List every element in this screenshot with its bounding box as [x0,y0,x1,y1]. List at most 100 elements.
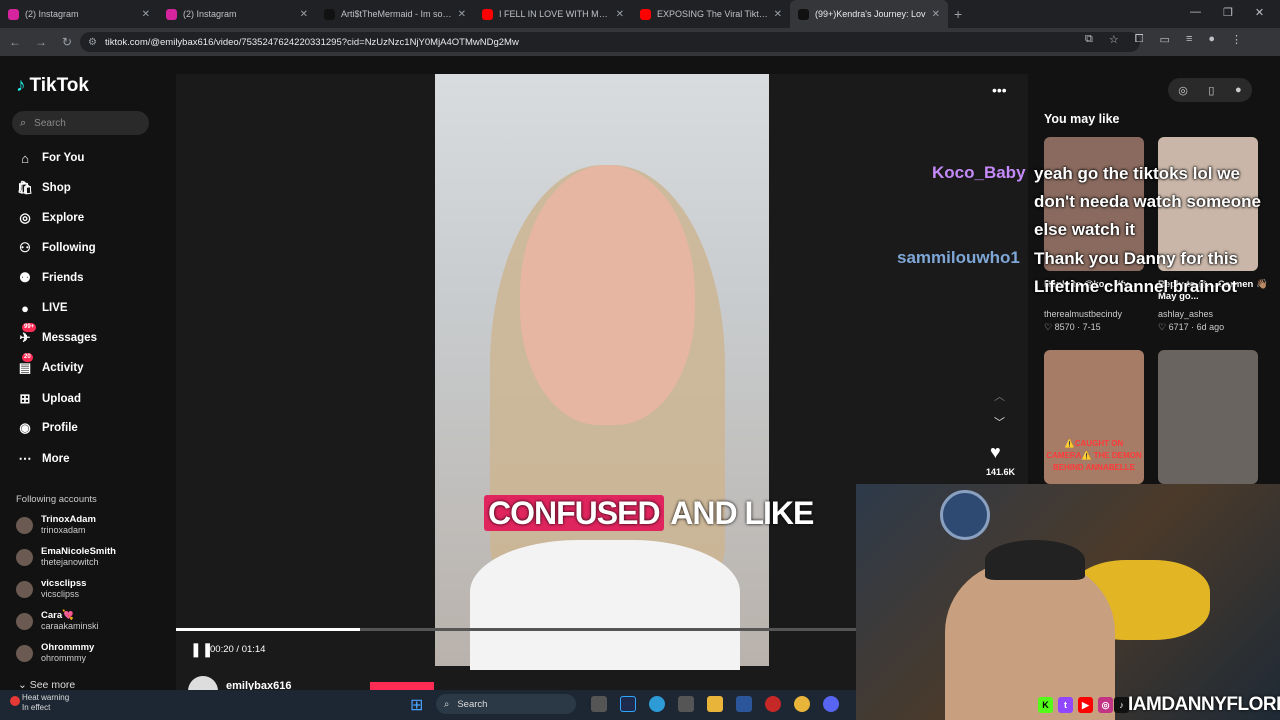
video-subject-face [520,165,695,425]
chat-message-line: yeah go the tiktoks lol we [1034,164,1240,183]
avatar [16,516,33,534]
search-input[interactable]: ⌕ Search [12,111,149,135]
nav-item-friends[interactable]: ⚉ Friends [16,268,83,288]
you-may-like-title: You may like [1044,112,1120,126]
close-tab-icon[interactable]: ✕ [458,9,466,20]
nav-item-shop[interactable]: 🛍 Shop [16,178,71,198]
video-caption: CONFUSED AND LIKE [484,495,814,532]
bookmark-star-icon[interactable]: ☆ [1109,33,1119,46]
close-tab-icon[interactable]: ✕ [932,9,940,20]
chat-message-line: Thank you Danny for this [1034,249,1239,268]
user-avatar-icon[interactable]: ● [1235,84,1242,96]
word-icon[interactable] [736,696,752,712]
discord-icon[interactable] [823,696,839,712]
photoshop-icon[interactable] [620,696,636,712]
search-icon: ⌕ [444,698,450,710]
close-tab-icon[interactable]: ✕ [300,9,308,20]
forward-icon[interactable]: → [30,35,52,49]
avatar [16,580,33,598]
following-account[interactable]: TrinoxAdam trinoxadam [16,514,96,536]
obs-icon[interactable] [765,696,781,712]
recommended-video-user[interactable]: therealmustbecindy [1044,309,1122,319]
youtube-icon: ▶ [1078,697,1093,713]
next-video-icon[interactable]: ﹀ [994,414,1005,430]
menu-icon[interactable]: ⋮ [1231,33,1242,46]
extensions-area: ⧉ ☆ ⧠ ▭ ≡ ● ⋮ [1085,33,1242,46]
task-view-icon[interactable] [591,696,607,712]
browser-tab[interactable]: (2) Instagram ✕ [0,0,158,28]
start-icon[interactable]: ⊞ [410,695,423,715]
chat-username: sammilouwho1 [897,248,1020,267]
nav-item-explore[interactable]: ◎ Explore [16,208,84,228]
browser-tab[interactable]: I FELL IN LOVE WITH MY PSYCH✕ [474,0,632,28]
nav-item-for-you[interactable]: ⌂ For You [16,148,84,168]
tab-favicon-icon [798,8,809,20]
nav-item-upload[interactable]: ⊞ Upload [16,389,81,409]
following-accounts-title: Following accounts [16,494,97,505]
recommended-video-caption: ⚠️CAUGHT ON CAMERA⚠️ THE DEMON BEHIND AN… [1046,439,1142,472]
weather-alert-icon[interactable] [10,696,20,706]
following-account[interactable]: Cara💘 caraakaminski [16,610,99,632]
tab-favicon-icon [166,8,177,20]
home-icon: ⌂ [21,150,29,166]
nav-item-activity[interactable]: ▤ 20 Activity [16,353,84,378]
chat-message-line: else watch it [1034,220,1136,239]
windows-taskbar [0,690,856,720]
following-account[interactable]: vicsclipss vicsclipss [16,578,86,600]
file-explorer-icon[interactable] [707,696,723,712]
device-icon[interactable]: ▯ [1208,84,1214,97]
profile-avatar-icon[interactable]: ● [1208,33,1215,46]
like-heart-icon[interactable]: ♥ [990,442,1001,463]
browser-tab[interactable]: (2) Instagram ✕ [158,0,316,28]
site-info-icon[interactable]: ⚙ [88,37,97,48]
following-account[interactable]: EmaNicoleSmith thetejanowitch [16,546,116,568]
tiktok-logo[interactable]: ♪ TikTok [16,75,89,97]
compass-icon[interactable]: ◎ [1178,84,1188,97]
browser-tab[interactable]: Arti$tTheMermaid - Im so sick o✕ [316,0,474,28]
following-icon: ⚇ [19,240,31,255]
live-icon: ● [21,300,29,316]
back-icon[interactable]: ← [4,35,26,49]
nav-item-messages[interactable]: ✈ 99+ Messages [16,323,97,348]
more-options-icon[interactable]: ••• [992,82,1007,98]
background-sign-image [940,490,990,540]
url-text: tiktok.com/@emilybax616/video/7535247624… [104,36,519,48]
address-bar[interactable]: ⚙ tiktok.com/@emilybax616/video/75352476… [80,32,1140,52]
chrome-icon[interactable] [794,696,810,712]
browser-tab[interactable]: EXPOSING The Viral Tiktoker W✕ [632,0,790,28]
avatar [16,612,33,630]
close-tab-icon[interactable]: ✕ [616,9,624,20]
minimize-icon[interactable]: — [1190,6,1201,19]
recommended-video-user[interactable]: ashlay_ashes [1158,309,1213,319]
avatar [16,644,33,662]
maximize-icon[interactable]: ❐ [1223,6,1233,19]
close-window-icon[interactable]: ✕ [1255,6,1264,19]
streamer-cap-image [985,540,1085,580]
reload-icon[interactable]: ↻ [56,35,78,49]
notification-badge: 20 [22,353,33,362]
install-icon[interactable]: ⧉ [1085,33,1093,46]
media-icon[interactable]: ≡ [1186,33,1192,46]
taskbar-search[interactable]: ⌕ Search [436,694,576,714]
nav-item-live[interactable]: ● LIVE [16,298,68,318]
sidepanel-icon[interactable]: ▭ [1160,33,1170,46]
recommended-video-thumbnail[interactable] [1158,350,1258,484]
weather-widget[interactable]: Heat warning In effect [22,693,69,713]
recommended-video-meta: ♡ 6717 · 6d ago [1158,322,1225,332]
new-tab-button[interactable]: + [954,6,962,22]
nav-item-profile[interactable]: ◉ Profile [16,418,77,438]
edge-icon[interactable] [649,696,665,712]
store-icon[interactable] [678,696,694,712]
tiktok-social-icon: ♪ [1114,697,1129,713]
prev-video-icon[interactable]: ︿ [994,388,1005,404]
nav-item-more[interactable]: ⋯ More [16,449,70,469]
close-tab-icon[interactable]: ✕ [142,9,150,20]
video-time: 00:20 / 01:14 [210,644,266,655]
browser-tab[interactable]: (99+)Kendra's Journey: Lov ✕ [790,0,948,28]
nav-item-following[interactable]: ⚇ Following [16,238,95,258]
close-tab-icon[interactable]: ✕ [774,9,782,20]
following-account[interactable]: Ohrommmy ohrommmy [16,642,94,664]
window-controls: — ❐ ✕ [1190,6,1264,19]
extensions-icon[interactable]: ⧠ [1135,33,1144,46]
chat-message-line: don't needa watch someone [1034,192,1261,211]
